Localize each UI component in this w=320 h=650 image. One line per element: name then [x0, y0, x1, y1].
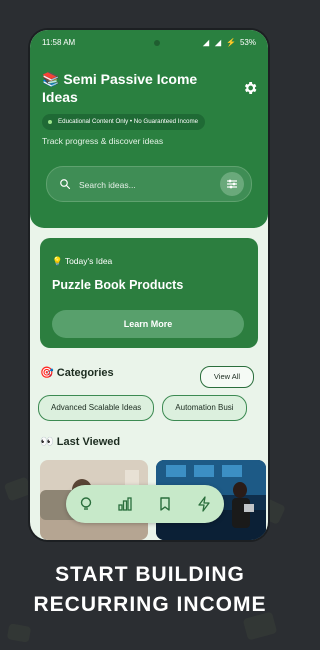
target-emoji: 🎯 [40, 367, 54, 379]
category-chip[interactable]: Automation Busi [162, 395, 247, 421]
header-subtitle: Track progress & discover ideas [42, 136, 164, 146]
bar-chart-icon[interactable] [116, 495, 134, 513]
todays-idea-label: 💡 Today's Idea [52, 256, 112, 267]
books-emoji: 📚 [42, 71, 60, 87]
header: 11:58 AM ⚡ 53% 📚 Semi Passive Icome Idea… [30, 30, 268, 228]
battery-level: 53% [239, 38, 256, 47]
charging-icon: ⚡ [226, 38, 236, 47]
background-decoration [6, 623, 32, 643]
phone-screen: 11:58 AM ⚡ 53% 📚 Semi Passive Icome Idea… [30, 30, 268, 540]
lightning-icon[interactable] [195, 495, 213, 513]
todays-idea-label-text: Today's Idea [64, 256, 113, 266]
last-viewed-heading: 👀 Last Viewed [40, 435, 120, 448]
tagline-line-1: START BUILDING [55, 563, 245, 586]
status-bar: 11:58 AM ⚡ 53% [42, 38, 256, 50]
status-dot [48, 120, 52, 124]
category-chip[interactable]: Advanced Scalable Ideas [38, 395, 155, 421]
app-title: Semi Passive Icome Ideas [42, 71, 198, 105]
sliders-icon [227, 179, 237, 189]
lightbulb-emoji: 💡 [52, 256, 63, 266]
tagline-line-2: RECURRING INCOME [33, 593, 267, 616]
search-icon [60, 179, 71, 190]
learn-more-button[interactable]: Learn More [52, 310, 244, 338]
todays-idea-card[interactable]: 💡 Today's Idea Puzzle Book Products Lear… [40, 238, 258, 348]
categories-title: Categories [56, 367, 114, 379]
lightbulb-icon[interactable] [77, 495, 95, 513]
page-title: 📚 Semi Passive Icome Ideas [42, 70, 232, 106]
categories-heading: 🎯 Categories [40, 366, 114, 379]
bottom-navigation [66, 485, 224, 523]
disclaimer-text: Educational Content Only • No Guaranteed… [58, 118, 199, 125]
search-bar[interactable] [46, 166, 252, 202]
search-input[interactable] [77, 176, 211, 194]
camera-cutout [154, 40, 160, 46]
disclaimer-badge: Educational Content Only • No Guaranteed… [42, 114, 206, 130]
eyes-emoji: 👀 [40, 436, 54, 448]
bookmark-icon[interactable] [156, 495, 174, 513]
view-all-button[interactable]: View All [200, 366, 254, 388]
filter-button[interactable] [220, 172, 244, 196]
promo-tagline: START BUILDING RECURRING INCOME [0, 560, 300, 620]
wifi-icon [202, 39, 210, 46]
signal-icon [214, 39, 222, 46]
settings-gear-icon[interactable] [242, 80, 258, 96]
status-time: 11:58 AM [42, 38, 76, 47]
last-viewed-title: Last Viewed [56, 436, 121, 448]
todays-idea-title: Puzzle Book Products [52, 278, 184, 292]
category-chips: Advanced Scalable Ideas Automation Busi [38, 395, 247, 421]
background-decoration [3, 476, 33, 502]
